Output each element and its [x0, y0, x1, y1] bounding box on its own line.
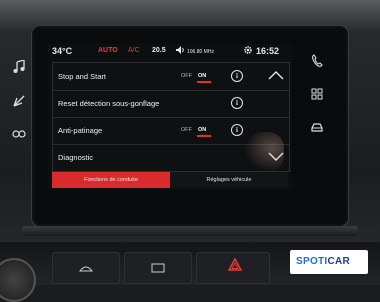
row-label: Stop and Start	[58, 72, 106, 81]
toggle-off-label: OFF	[181, 127, 192, 133]
hazard-icon	[228, 258, 242, 271]
row-label: Reset détection sous-gonflage	[58, 99, 160, 108]
gear-icon[interactable]	[243, 45, 253, 57]
tab-fonctions-de-conduite[interactable]: Fonctions de conduite	[52, 172, 170, 188]
list-item-stop-and-start[interactable]: Stop and Start OFF ON i	[53, 63, 289, 91]
display-screen: 34°C AUTO A/C 20.5 106.80 MHz 16:52 Stop…	[48, 44, 292, 190]
list-item-reset-detection[interactable]: Reset détection sous-gonflage i	[53, 90, 289, 118]
navigation-icon[interactable]	[8, 94, 30, 116]
phone-settings-icon[interactable]	[8, 128, 30, 150]
scroll-up-icon[interactable]	[267, 69, 285, 81]
toggle-off-label: OFF	[181, 73, 192, 79]
toggle-active-bar	[197, 81, 211, 83]
toggle-on-label: ON	[198, 73, 207, 79]
toggle-active-bar	[197, 135, 211, 137]
rear-defrost-button[interactable]	[124, 252, 192, 284]
music-icon[interactable]	[8, 60, 30, 82]
radio-frequency: 106.80 MHz	[187, 49, 214, 55]
vent-trim	[22, 226, 358, 236]
phone-icon[interactable]	[306, 54, 328, 76]
front-defrost-button[interactable]	[52, 252, 120, 284]
fan-value: 20.5	[152, 47, 166, 54]
temperature-readout: 34°C	[52, 46, 73, 56]
dashboard-top-trim	[0, 0, 380, 30]
stop-start-toggle[interactable]: OFF ON	[181, 71, 213, 83]
climate-auto-indicator[interactable]: AUTO	[98, 47, 118, 54]
info-icon[interactable]: i	[231, 70, 243, 82]
car-icon[interactable]	[306, 122, 328, 144]
apps-grid-icon[interactable]	[306, 88, 328, 110]
ac-indicator[interactable]: A/C	[128, 47, 140, 54]
row-label: Anti-patinage	[58, 126, 103, 135]
spoticar-watermark: SPOTICAR	[290, 250, 368, 274]
finger-reflection	[244, 132, 284, 172]
toggle-on-label: ON	[198, 127, 207, 133]
watermark-text: SPOTICAR	[296, 256, 351, 267]
info-icon[interactable]: i	[231, 97, 243, 109]
volume-knob[interactable]	[0, 258, 36, 302]
tab-bar: Fonctions de conduite Réglages véhicule	[52, 172, 288, 188]
tab-reglages-vehicule[interactable]: Réglages véhicule	[170, 172, 288, 188]
anti-patinage-toggle[interactable]: OFF ON	[181, 125, 213, 137]
radio-icon	[175, 45, 185, 57]
clock: 16:52	[256, 46, 280, 56]
row-label: Diagnostic	[58, 153, 94, 162]
info-icon[interactable]: i	[231, 124, 243, 136]
status-bar: 34°C AUTO A/C 20.5 106.80 MHz 16:52	[48, 44, 292, 60]
